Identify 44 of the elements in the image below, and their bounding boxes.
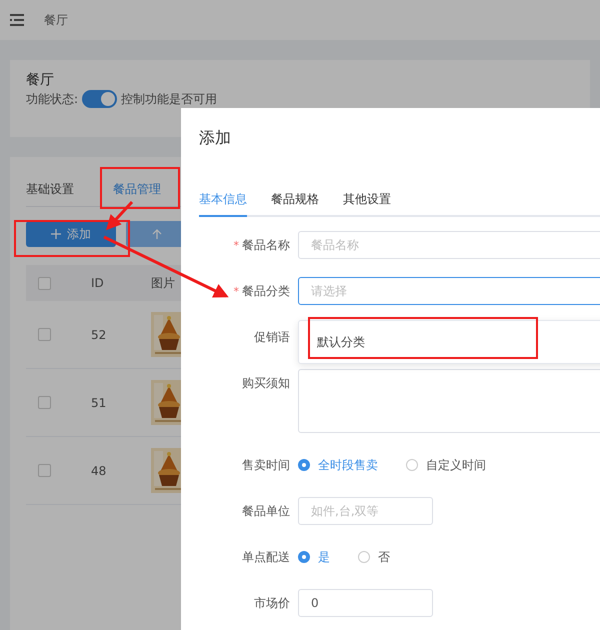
plus-icon [51,229,61,239]
select-field[interactable]: 请选择 [298,277,600,305]
field-label: 促销语 [254,328,290,346]
radio-label: 是 [318,548,330,566]
toggle-hint: 控制功能是否可用 [121,90,218,108]
tab[interactable]: 基础设置 [26,181,74,206]
menu-icon[interactable] [10,14,24,26]
input-field[interactable]: 0 [298,589,433,617]
dialog-title: 添加 [198,127,232,149]
required-mark: * [234,238,239,252]
radio-label: 自定义时间 [426,456,486,474]
checkbox[interactable] [38,276,51,290]
tab[interactable]: 餐品规格 [271,191,319,217]
field-label: 单点配送 [242,548,290,566]
field-label: 市场价 [254,594,290,612]
radio-label: 全时段售卖 [318,456,378,474]
checkbox[interactable] [38,464,51,477]
field-label: 购买须知 [242,375,290,392]
radio-button[interactable]: 自定义时间 [406,456,486,474]
table-cell-text: 48 [91,464,108,478]
card-title: 餐厅 [26,71,55,89]
input-field[interactable]: 餐品名称 [298,231,600,259]
radio-label: 否 [378,548,390,566]
dropdown-option[interactable]: 默认分类 [299,334,383,350]
column-header: ID [91,276,105,290]
checkbox[interactable] [38,396,51,409]
textarea-field[interactable] [298,369,600,433]
up-arrow-icon [152,229,162,239]
table-cell-text: 51 [91,396,108,410]
field-label: 餐品名称 [242,236,290,254]
column-header: 图片 [151,274,175,292]
page-title: 餐厅 [44,12,68,28]
required-mark: * [234,284,239,298]
field-label: 售卖时间 [242,456,290,474]
input-field[interactable]: 如件,台,双等 [298,497,433,525]
tab[interactable]: 其他设置 [343,191,391,217]
table-cell-text: 52 [91,328,108,342]
status-label: 功能状态: [26,90,78,108]
field-label: 餐品单位 [242,502,290,520]
toggle-switch[interactable] [82,90,118,108]
radio-button[interactable]: 否 [358,548,390,566]
annotation-arrow [106,200,134,230]
field-label: 餐品分类 [242,282,290,300]
checkbox[interactable] [38,328,51,341]
